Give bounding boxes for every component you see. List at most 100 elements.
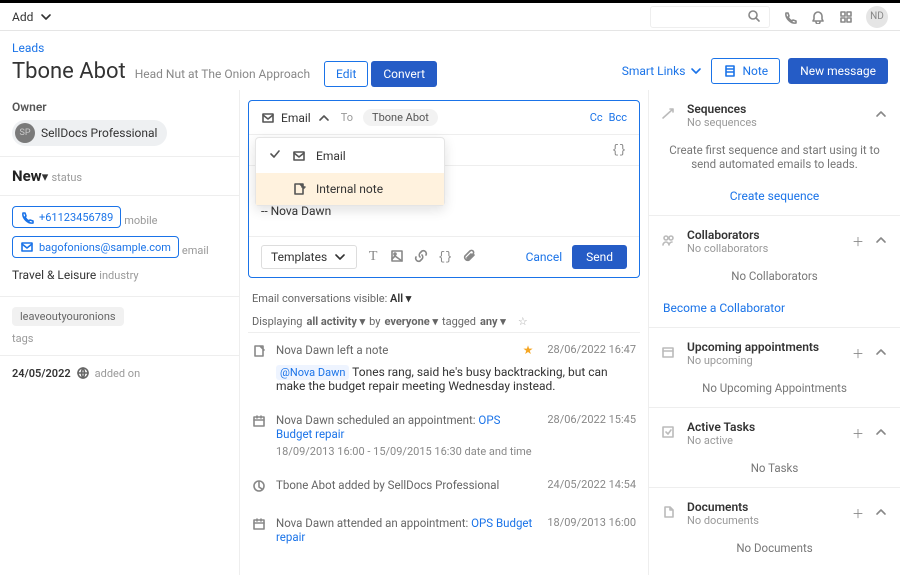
phone-icon[interactable]: [782, 9, 798, 25]
panel-collaborators: Collaborators No collaborators ＋ No Coll…: [649, 216, 900, 328]
topbar: Add ND: [0, 0, 900, 31]
note-button[interactable]: Note: [711, 58, 780, 84]
to-label: To: [341, 111, 353, 124]
email-icon: [292, 149, 306, 163]
main-column: Email To Tbone Abot Cc Bcc Email: [240, 90, 648, 575]
calendar-icon: [252, 414, 268, 431]
filter-activity[interactable]: all activity ▾: [306, 315, 365, 328]
activity-item: Tbone Abot added by SellDocs Professiona…: [248, 468, 640, 506]
compose-type-menu: Email Internal note: [255, 137, 445, 206]
edit-button[interactable]: Edit: [324, 61, 368, 87]
email-icon: [20, 240, 34, 254]
variables-icon[interactable]: {}: [437, 250, 453, 264]
menu-email-option[interactable]: Email: [256, 138, 444, 173]
bcc-button[interactable]: Bcc: [609, 111, 627, 124]
tasks-icon: [661, 425, 677, 442]
lead-name: Tbone Abot: [12, 59, 126, 84]
add-icon[interactable]: ＋: [852, 233, 864, 250]
menu-internal-note-option[interactable]: Internal note: [256, 173, 444, 205]
compose-type-dropdown[interactable]: Email: [261, 111, 331, 125]
added-icon: [252, 479, 268, 496]
documents-icon: [661, 505, 677, 522]
star-filter-icon[interactable]: ☆: [518, 315, 528, 328]
breadcrumb[interactable]: Leads: [12, 41, 437, 55]
send-button[interactable]: Send: [572, 245, 627, 269]
attachment-icon[interactable]: [461, 249, 477, 266]
note-icon: [252, 344, 268, 361]
collaborators-icon: [661, 233, 677, 250]
new-message-button[interactable]: New message: [788, 58, 888, 84]
phone-chip[interactable]: +61123456789: [12, 206, 121, 228]
create-sequence-link[interactable]: Create sequence: [649, 183, 900, 215]
add-icon[interactable]: ＋: [852, 425, 864, 442]
left-sidebar: Owner SP SellDocs Professional New▾ stat…: [0, 90, 240, 575]
apps-icon[interactable]: [838, 9, 854, 25]
user-avatar[interactable]: ND: [866, 6, 888, 28]
check-icon: [268, 147, 282, 161]
panel-documents: Documents No documents ＋ No Documents: [649, 488, 900, 567]
tag-chip[interactable]: leaveoutyouronions: [12, 307, 124, 326]
calendar-icon: [661, 345, 677, 362]
smart-links-menu[interactable]: Smart Links: [622, 64, 704, 78]
add-icon[interactable]: ＋: [852, 345, 864, 362]
right-sidebar: Sequences No sequences Create first sequ…: [648, 90, 900, 575]
filter-everyone[interactable]: everyone ▾: [385, 315, 438, 328]
image-icon[interactable]: [389, 249, 405, 266]
panel-appointments: Upcoming appointments No upcoming ＋ No U…: [649, 328, 900, 408]
panel-tasks: Active Tasks No active ＋ No Tasks: [649, 408, 900, 488]
link-icon[interactable]: [413, 249, 429, 266]
email-icon: [261, 111, 275, 125]
filter-any[interactable]: any ▾: [480, 315, 506, 328]
chevron-down-icon: [333, 250, 347, 264]
search-icon: [747, 9, 763, 25]
page-header: Leads Tbone Abot Head Nut at The Onion A…: [0, 31, 900, 90]
tags-caption: tags: [12, 332, 227, 345]
collapse-icon[interactable]: [874, 107, 888, 124]
activity-item: Nova Dawn attended an appointment: OPS B…: [248, 506, 640, 554]
status-dropdown[interactable]: New▾ status: [12, 167, 227, 185]
braces-icon[interactable]: {}: [611, 143, 627, 157]
timestamp: 18/09/2013 16:00: [547, 516, 636, 529]
star-icon[interactable]: ★: [523, 343, 534, 357]
add-menu[interactable]: Add: [12, 10, 53, 24]
timestamp: 28/06/2022 16:47: [547, 343, 636, 356]
globe-icon: [76, 366, 90, 380]
sequence-icon: [661, 107, 677, 124]
activity-filter: Displaying all activity ▾ by everyone ▾ …: [248, 311, 640, 333]
owner-chip[interactable]: SP SellDocs Professional: [12, 120, 167, 146]
email-composer: Email To Tbone Abot Cc Bcc Email: [248, 100, 640, 278]
note-icon: [292, 182, 306, 196]
chevron-up-icon: [317, 111, 331, 125]
owner-name: SellDocs Professional: [41, 126, 157, 140]
mention[interactable]: @Nova Dawn: [276, 365, 349, 380]
timestamp: 28/06/2022 15:45: [547, 413, 636, 426]
add-icon[interactable]: ＋: [852, 505, 864, 522]
owner-label: Owner: [12, 100, 227, 114]
phone-icon: [20, 210, 34, 224]
text-format-icon[interactable]: T: [365, 249, 381, 265]
recipient-chip[interactable]: Tbone Abot: [363, 109, 438, 126]
industry-value: Travel & Leisure: [12, 268, 96, 282]
templates-button[interactable]: Templates: [261, 245, 357, 269]
note-icon: [723, 64, 737, 78]
become-collaborator-link[interactable]: Become a Collaborator: [649, 295, 900, 327]
activity-item: Nova Dawn left a note ★ 28/06/2022 16:47…: [248, 333, 640, 403]
cc-button[interactable]: Cc: [590, 111, 603, 124]
signature: -- Nova Dawn: [261, 204, 627, 218]
timestamp: 24/05/2022 14:54: [547, 478, 636, 491]
collapse-icon[interactable]: [874, 505, 888, 522]
search-input[interactable]: [650, 6, 770, 28]
owner-avatar: SP: [15, 123, 35, 143]
panel-sequences: Sequences No sequences Create first sequ…: [649, 90, 900, 216]
collapse-icon[interactable]: [874, 345, 888, 362]
activity-item: Nova Dawn scheduled an appointment: OPS …: [248, 403, 640, 468]
collapse-icon[interactable]: [874, 233, 888, 250]
collapse-icon[interactable]: [874, 425, 888, 442]
email-chip[interactable]: bagofonions@sample.com: [12, 236, 179, 258]
chevron-down-icon: [689, 64, 703, 78]
convert-button[interactable]: Convert: [371, 61, 437, 87]
calendar-icon: [252, 517, 268, 534]
add-label: Add: [12, 10, 33, 24]
cancel-button[interactable]: Cancel: [526, 250, 563, 264]
bell-icon[interactable]: [810, 9, 826, 25]
